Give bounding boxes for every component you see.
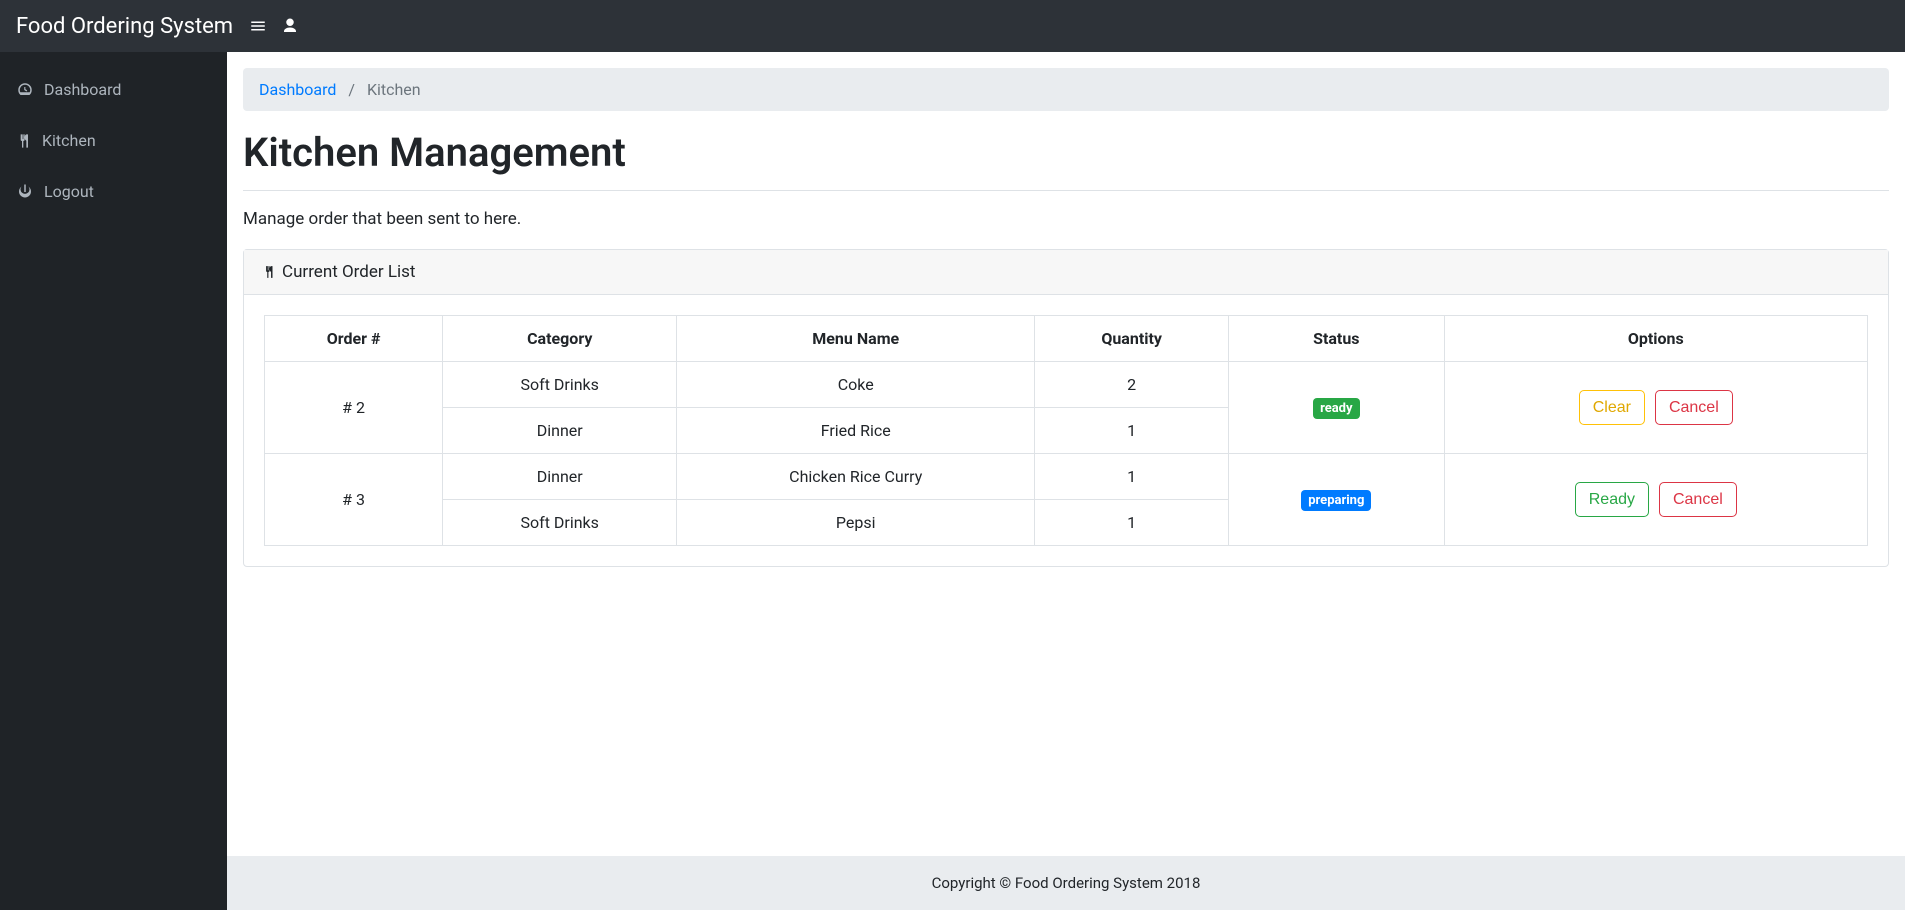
footer-text: Copyright © Food Ordering System 2018 bbox=[932, 874, 1201, 892]
ready-button[interactable]: Ready bbox=[1575, 482, 1649, 517]
cell-category: Soft Drinks bbox=[443, 362, 677, 408]
cell-options: Ready Cancel bbox=[1444, 454, 1867, 546]
cell-options: Clear Cancel bbox=[1444, 362, 1867, 454]
layout: Dashboard Kitchen Logout Dashboard / Kit… bbox=[0, 52, 1905, 910]
page-lead: Manage order that been sent to here. bbox=[243, 209, 1889, 229]
breadcrumb-current: Kitchen bbox=[367, 80, 421, 99]
cell-qty: 1 bbox=[1035, 500, 1229, 546]
main: Dashboard / Kitchen Kitchen Management M… bbox=[227, 52, 1905, 910]
col-category: Category bbox=[443, 316, 677, 362]
brand[interactable]: Food Ordering System bbox=[16, 14, 233, 39]
sidebar-item-logout[interactable]: Logout bbox=[0, 166, 227, 217]
cell-menu: Coke bbox=[677, 362, 1035, 408]
table-row: # 3 Dinner Chicken Rice Curry 1 preparin… bbox=[265, 454, 1868, 500]
menu-toggle-icon[interactable] bbox=[249, 17, 267, 35]
status-badge: ready bbox=[1313, 398, 1359, 419]
sidebar-item-label: Logout bbox=[44, 182, 94, 201]
utensils-icon bbox=[16, 132, 32, 150]
cell-menu: Fried Rice bbox=[677, 408, 1035, 454]
cancel-button[interactable]: Cancel bbox=[1659, 482, 1737, 517]
navbar: Food Ordering System bbox=[0, 0, 1905, 52]
card-title: Current Order List bbox=[282, 262, 416, 282]
page-title: Kitchen Management bbox=[243, 129, 1889, 176]
breadcrumb-root[interactable]: Dashboard bbox=[259, 80, 336, 99]
cell-category: Dinner bbox=[443, 408, 677, 454]
cell-category: Soft Drinks bbox=[443, 500, 677, 546]
cell-category: Dinner bbox=[443, 454, 677, 500]
order-table: Order # Category Menu Name Quantity Stat… bbox=[264, 315, 1868, 546]
breadcrumb-separator: / bbox=[340, 80, 363, 99]
cell-qty: 2 bbox=[1035, 362, 1229, 408]
col-menu: Menu Name bbox=[677, 316, 1035, 362]
cell-qty: 1 bbox=[1035, 454, 1229, 500]
footer: Copyright © Food Ordering System 2018 bbox=[227, 856, 1905, 910]
sidebar-item-label: Dashboard bbox=[44, 80, 121, 99]
breadcrumb: Dashboard / Kitchen bbox=[243, 68, 1889, 111]
cell-status: preparing bbox=[1229, 454, 1444, 546]
cell-order: # 3 bbox=[265, 454, 443, 546]
content: Dashboard / Kitchen Kitchen Management M… bbox=[227, 52, 1905, 856]
cell-order: # 2 bbox=[265, 362, 443, 454]
col-status: Status bbox=[1229, 316, 1444, 362]
sidebar: Dashboard Kitchen Logout bbox=[0, 52, 227, 910]
table-header-row: Order # Category Menu Name Quantity Stat… bbox=[265, 316, 1868, 362]
cell-qty: 1 bbox=[1035, 408, 1229, 454]
sidebar-item-kitchen[interactable]: Kitchen bbox=[0, 115, 227, 166]
dashboard-icon bbox=[16, 81, 34, 99]
sidebar-item-dashboard[interactable]: Dashboard bbox=[0, 64, 227, 115]
divider bbox=[243, 190, 1889, 191]
card-header: Current Order List bbox=[244, 250, 1888, 295]
col-options: Options bbox=[1444, 316, 1867, 362]
sidebar-item-label: Kitchen bbox=[42, 131, 96, 150]
table-row: # 2 Soft Drinks Coke 2 ready Clear Cance… bbox=[265, 362, 1868, 408]
card-body: Order # Category Menu Name Quantity Stat… bbox=[244, 295, 1888, 566]
order-list-card: Current Order List Order # Category Menu… bbox=[243, 249, 1889, 567]
clear-button[interactable]: Clear bbox=[1579, 390, 1645, 425]
user-icon[interactable] bbox=[281, 17, 299, 35]
cell-menu: Chicken Rice Curry bbox=[677, 454, 1035, 500]
col-qty: Quantity bbox=[1035, 316, 1229, 362]
cell-menu: Pepsi bbox=[677, 500, 1035, 546]
status-badge: preparing bbox=[1301, 490, 1371, 511]
cell-status: ready bbox=[1229, 362, 1444, 454]
power-icon bbox=[16, 183, 34, 201]
utensils-icon bbox=[262, 264, 276, 280]
col-order: Order # bbox=[265, 316, 443, 362]
cancel-button[interactable]: Cancel bbox=[1655, 390, 1733, 425]
